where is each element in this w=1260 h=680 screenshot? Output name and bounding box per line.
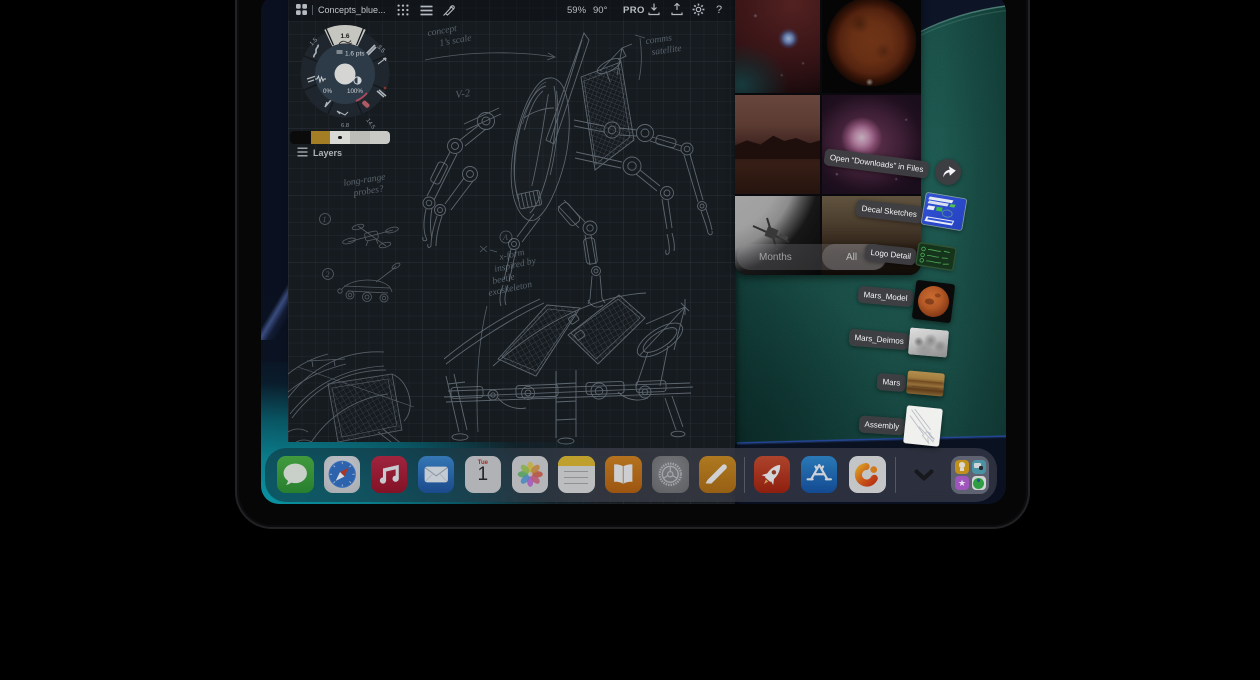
svg-text:6.8: 6.8 (341, 123, 349, 129)
svg-text:1.6 pts: 1.6 pts (345, 51, 365, 58)
svg-text:2: 2 (326, 270, 330, 279)
svg-text:A: A (502, 233, 508, 242)
svg-text:1.6: 1.6 (340, 33, 349, 40)
svg-text:0%: 0% (323, 88, 332, 95)
svg-text:V-2: V-2 (455, 88, 472, 101)
svg-text:100%: 100% (347, 88, 363, 95)
svg-text:satellite: satellite (651, 44, 682, 58)
svg-text:1: 1 (323, 215, 327, 224)
svg-text:14.5: 14.5 (364, 118, 375, 131)
